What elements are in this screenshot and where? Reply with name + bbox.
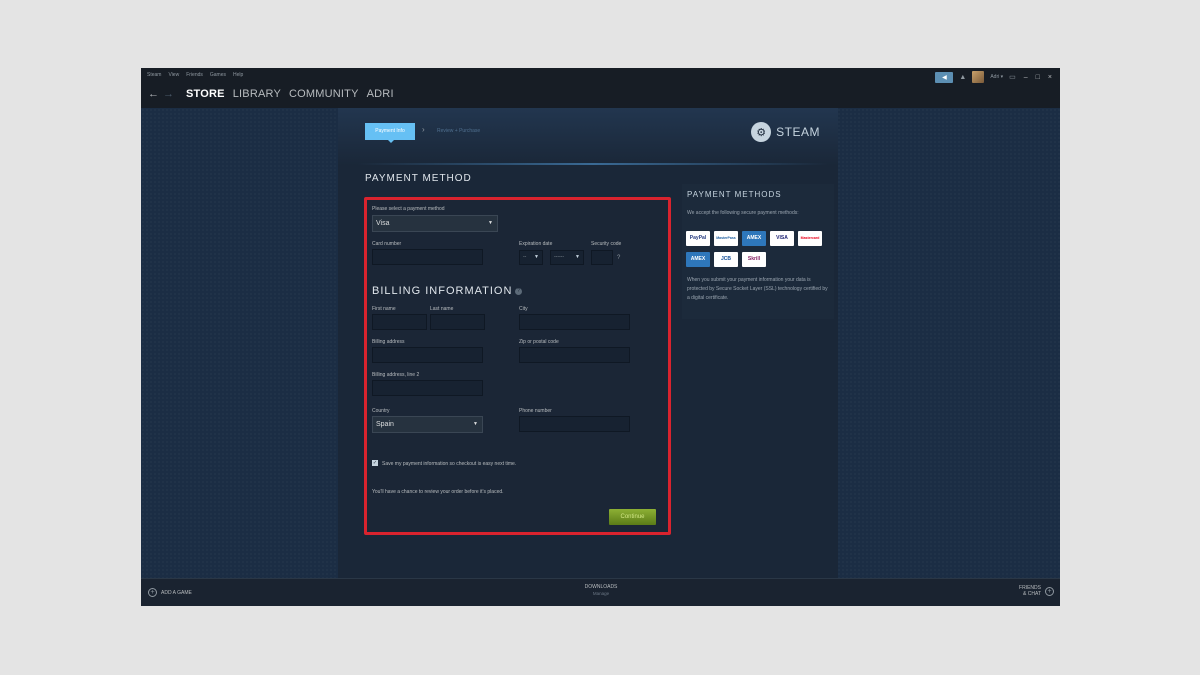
menu-bar: Steam View Friends Games Help <box>147 72 243 78</box>
phone-label: Phone number <box>519 408 552 414</box>
payment-methods-title: PAYMENT METHODS <box>687 190 782 199</box>
menu-help[interactable]: Help <box>233 72 243 78</box>
billing-address-input[interactable] <box>372 347 483 363</box>
continue-button[interactable]: Continue <box>609 509 656 525</box>
phone-input[interactable] <box>519 416 630 432</box>
minimize-icon[interactable]: – <box>1024 74 1028 81</box>
nav-community[interactable]: COMMUNITY <box>289 88 359 100</box>
card-number-input[interactable] <box>372 249 483 265</box>
downloads-label: DOWNLOADS <box>584 584 618 590</box>
close-icon[interactable]: × <box>1048 74 1052 81</box>
payment-method-value: Visa <box>376 220 390 227</box>
billing-address2-input[interactable] <box>372 380 483 396</box>
steam-wordmark: STEAM <box>776 125 820 139</box>
security-help-icon[interactable]: ? <box>617 255 620 261</box>
steam-logo-icon: ⚙ <box>751 122 772 142</box>
amex-blue-logo: AMEX <box>686 252 710 267</box>
nav-bar: ← → STORE LIBRARY COMMUNITY ADRI <box>146 88 394 100</box>
add-game-button[interactable]: + ADD A GAME <box>148 588 192 597</box>
expiration-year-value: ------ <box>554 254 564 260</box>
payment-select-label: Please select a payment method <box>372 206 445 212</box>
expiration-label: Expiration date <box>519 241 553 247</box>
friends-plus-icon: + <box>1045 586 1054 596</box>
zip-input[interactable] <box>519 347 630 363</box>
avatar[interactable] <box>972 71 985 83</box>
downloads-manage: Manage <box>592 591 610 596</box>
checkout-page: Payment Info › Review + Purchase ⚙ STEAM… <box>338 108 838 578</box>
billing-address2-label: Billing address, line 2 <box>372 372 420 378</box>
friends-chat-button[interactable]: FRIENDS & CHAT + <box>1015 585 1054 597</box>
ssl-notice: When you submit your payment information… <box>687 277 828 301</box>
big-picture-icon[interactable]: ▭ <box>1009 73 1016 81</box>
last-name-input[interactable] <box>430 314 485 330</box>
zip-label: Zip or postal code <box>519 339 559 345</box>
jcb-logo: JCB <box>714 252 738 267</box>
masterpass-logo: MasterPass <box>714 231 738 246</box>
expiration-month-value: -- <box>523 254 527 260</box>
notifications-icon[interactable]: ▲ <box>959 74 966 81</box>
amex-logo: AMEX <box>742 231 766 246</box>
city-label: City <box>519 306 528 312</box>
steam-logo: ⚙ STEAM <box>751 122 820 142</box>
billing-help-icon[interactable]: ? <box>515 288 522 295</box>
title-bar-controls: ◀ ▲ Adri ▾ ▭ – □ × <box>935 71 1052 83</box>
payment-methods-panel: PAYMENT METHODS We accept the following … <box>682 184 834 319</box>
payment-method-title: PAYMENT METHOD <box>365 173 472 184</box>
payment-form: Please select a payment method Visa ▼ Ca… <box>364 197 671 535</box>
save-payment-checkbox[interactable]: ✓ <box>372 460 378 466</box>
payment-method-select[interactable]: Visa ▼ <box>372 215 498 232</box>
back-icon[interactable]: ← <box>146 88 161 100</box>
city-input[interactable] <box>519 314 630 330</box>
title-bar: Steam View Friends Games Help ← → STORE … <box>141 68 1060 108</box>
paypal-logo: PayPal <box>686 231 710 246</box>
nav-store[interactable]: STORE <box>186 88 225 100</box>
menu-games[interactable]: Games <box>210 72 226 78</box>
broadcast-icon[interactable]: ◀ <box>935 71 954 83</box>
payment-methods-intro: We accept the following secure payment m… <box>687 210 799 216</box>
step-chevron-icon: › <box>422 125 425 134</box>
expiration-month-select[interactable]: -- ▼ <box>519 250 543 265</box>
menu-steam[interactable]: Steam <box>147 72 161 78</box>
security-code-label: Security code <box>591 241 622 247</box>
plus-icon: + <box>148 588 157 597</box>
maximize-icon[interactable]: □ <box>1036 74 1040 81</box>
friends-chat-label: FRIENDS & CHAT <box>1019 585 1041 597</box>
step-review-purchase: Review + Purchase <box>437 128 481 134</box>
billing-address-label: Billing address <box>372 339 405 345</box>
store-content: Payment Info › Review + Purchase ⚙ STEAM… <box>141 108 1060 578</box>
country-label: Country <box>372 408 390 414</box>
account-menu[interactable]: Adri ▾ <box>990 74 1003 80</box>
card-number-label: Card number <box>372 241 402 247</box>
menu-friends[interactable]: Friends <box>186 72 203 78</box>
step-payment-info: Payment Info <box>365 123 415 143</box>
header-divider <box>358 163 828 165</box>
chevron-down-icon: ▼ <box>534 254 539 260</box>
chevron-down-icon: ▼ <box>488 220 493 226</box>
visa-logo: VISA <box>770 231 794 246</box>
review-note: You'll have a chance to review your orde… <box>372 489 504 495</box>
expiration-year-select[interactable]: ------ ▼ <box>550 250 584 265</box>
first-name-input[interactable] <box>372 314 427 330</box>
nav-library[interactable]: LIBRARY <box>233 88 281 100</box>
last-name-label: Last name <box>430 306 454 312</box>
add-game-label: ADD A GAME <box>161 589 192 596</box>
country-value: Spain <box>376 421 394 428</box>
save-payment-label: Save my payment information so checkout … <box>382 461 517 467</box>
mastercard-logo: Mastercard <box>798 231 822 246</box>
downloads-button[interactable]: DOWNLOADS Manage <box>571 584 631 596</box>
menu-view[interactable]: View <box>168 72 179 78</box>
chevron-down-icon: ▼ <box>575 254 580 260</box>
skrill-logo: Skrill <box>742 252 766 267</box>
security-code-input[interactable] <box>591 250 613 265</box>
country-select[interactable]: Spain ▼ <box>372 416 483 433</box>
bottom-bar: + ADD A GAME DOWNLOADS Manage FRIENDS & … <box>141 578 1060 606</box>
forward-icon[interactable]: → <box>161 88 176 100</box>
nav-profile[interactable]: ADRI <box>367 88 394 100</box>
first-name-label: First name <box>372 306 396 312</box>
chevron-down-icon: ▼ <box>473 421 478 427</box>
steam-window: Steam View Friends Games Help ← → STORE … <box>141 68 1060 606</box>
billing-title: BILLING INFORMATION <box>372 285 513 297</box>
